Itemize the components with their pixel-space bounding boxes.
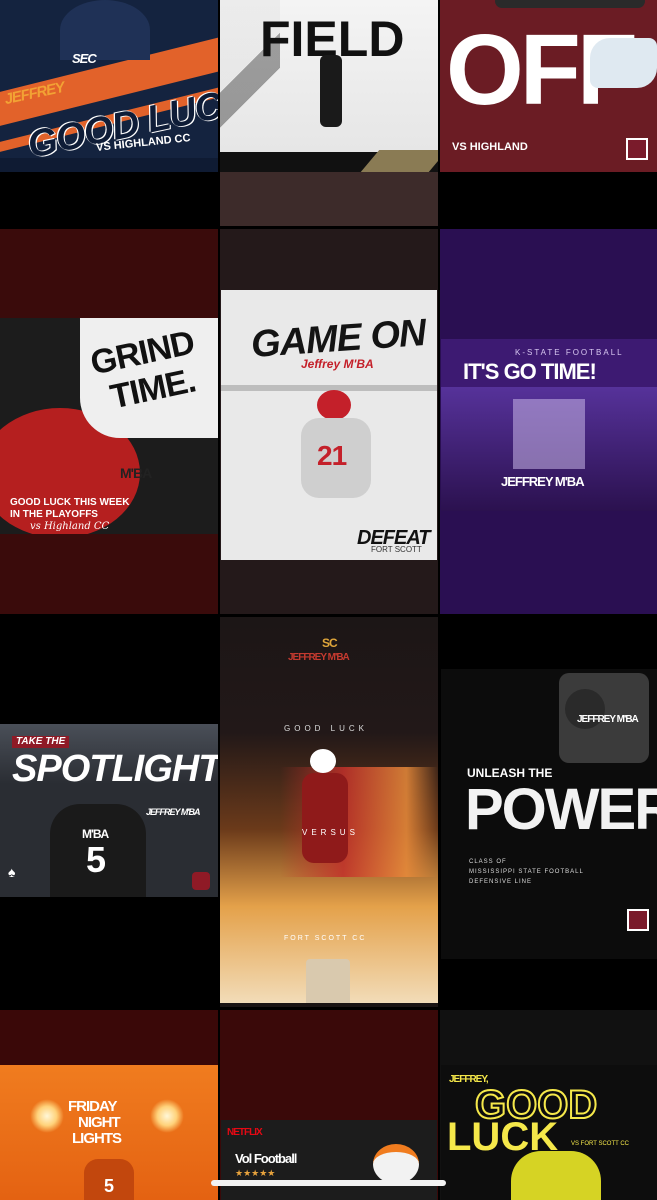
- rating-stars: ★★★★★: [235, 1168, 276, 1178]
- player-helmet: [373, 1144, 419, 1184]
- jersey-number: 5: [104, 1176, 114, 1196]
- show-title: Vol Football: [235, 1151, 297, 1166]
- stadium-light: [30, 1099, 64, 1133]
- poster-grind-time: GRIND TIME. M'BA GOOD LUCK THIS WEEK IN …: [0, 318, 218, 534]
- grid-tile-r4c2[interactable]: NETFLIX Vol Football ★★★★★: [220, 1010, 438, 1200]
- poster-good-luck-auburn: SEC JEFFREY GOOD LUCK VS HIGHLAND CC: [0, 0, 218, 172]
- grid-tile-r2c3[interactable]: K-STATE FOOTBALL IT'S GO TIME! JEFFREY M…: [440, 229, 657, 614]
- grid-tile-r1c1[interactable]: SEC JEFFREY GOOD LUCK VS HIGHLAND CC: [0, 0, 218, 226]
- poster-headline: SPOTLIGHT: [12, 748, 218, 790]
- poster-badge: SEC: [72, 51, 97, 66]
- poster-subtitle-3: vs Highland CC: [30, 521, 110, 532]
- poster-line-3: FORT SCOTT CC: [284, 935, 367, 942]
- poster-headline: POWER: [465, 777, 657, 842]
- grid-tile-r3c1[interactable]: TAKE THE SPOTLIGHT M'BA 5 JEFFREY M'BA ♠: [0, 617, 218, 1007]
- poster-field: FIELD: [220, 0, 438, 172]
- poster-game-on: GAME ON Jeffrey M'BA 21 DEFEAT FORT SCOT…: [221, 290, 437, 560]
- jersey-number: 21: [317, 440, 347, 471]
- poster-subtitle: VS HIGHLAND: [452, 141, 528, 153]
- msstate-logo: [627, 909, 649, 931]
- media-grid: SEC JEFFREY GOOD LUCK VS HIGHLAND CC FIE…: [0, 0, 657, 1200]
- netflix-logo: NETFLIX: [227, 1127, 263, 1138]
- poster-vol-football: NETFLIX Vol Football ★★★★★: [221, 1120, 437, 1200]
- grid-tile-r3c3[interactable]: JEFFREY M'BA UNLEASH THE POWER CLASS OF …: [440, 617, 657, 1007]
- poster-player-name: JEFFREY M'BA: [501, 474, 585, 489]
- jersey-name: M'BA: [120, 465, 152, 481]
- poster-subtitle-2: IN THE PLAYOFFS: [10, 509, 98, 520]
- poster-subtitle-1: GOOD LUCK THIS WEEK: [10, 497, 130, 508]
- poster-unleash-power: JEFFREY M'BA UNLEASH THE POWER CLASS OF …: [441, 669, 657, 959]
- poster-subtitle-3: DEFENSIVE LINE: [469, 879, 533, 885]
- poster-subtitle-2: MISSISSIPPI STATE FOOTBALL: [469, 869, 584, 875]
- poster-player-name: Jeffrey M'BA: [301, 357, 374, 371]
- poster-player-name: JEFFREY M'BA: [146, 807, 200, 817]
- poster-headline-2: NIGHT: [78, 1114, 121, 1131]
- grid-tile-r1c3[interactable]: OFF VS HIGHLAND: [440, 0, 657, 226]
- grid-tile-r3c2[interactable]: SC JEFFREY M'BA GOOD LUCK VERSUS FORT SC…: [220, 617, 438, 1007]
- player-body: [302, 773, 348, 863]
- poster-player-name: JEFFREY M'BA: [577, 714, 639, 725]
- stadium-light: [150, 1099, 184, 1133]
- player-silhouette: [320, 55, 342, 127]
- poster-footer-sub: FORT SCOTT: [371, 545, 422, 554]
- msstate-logo: [626, 138, 648, 160]
- grid-tile-r2c1[interactable]: GRIND TIME. M'BA GOOD LUCK THIS WEEK IN …: [0, 229, 218, 614]
- poster-line-2: VERSUS: [302, 828, 359, 837]
- poster-spotlight: TAKE THE SPOTLIGHT M'BA 5 JEFFREY M'BA ♠: [0, 724, 218, 897]
- poster-usc-good-luck: SC JEFFREY M'BA GOOD LUCK VERSUS FORT SC…: [220, 617, 438, 1003]
- player-body: [511, 1151, 601, 1200]
- poster-off: OFF VS HIGHLAND: [440, 0, 657, 172]
- top-overlay-pill: [495, 0, 645, 8]
- gamecocks-logo: [192, 872, 210, 890]
- poster-good-luck-yellow: JEFFREY, GOOD LUCK VS FORT SCOTT CC: [441, 1065, 657, 1200]
- grid-tile-r1c2[interactable]: FIELD: [220, 0, 438, 226]
- grid-tile-r4c3[interactable]: JEFFREY, GOOD LUCK VS FORT SCOTT CC: [440, 1010, 657, 1200]
- poster-friday-night-lights: FRIDAY NIGHT LIGHTS 5: [0, 1065, 218, 1200]
- poster-its-go-time: K-STATE FOOTBALL IT'S GO TIME! JEFFREY M…: [441, 339, 657, 511]
- player-helmet: [317, 390, 351, 420]
- glove-graphic: [590, 38, 657, 88]
- poster-headline-1: FRIDAY: [68, 1098, 117, 1115]
- poster-headline-3: LIGHTS: [72, 1130, 122, 1147]
- grid-tile-r2c2[interactable]: GAME ON Jeffrey M'BA 21 DEFEAT FORT SCOT…: [220, 229, 438, 614]
- poster-player-name: JEFFREY M'BA: [288, 652, 350, 663]
- jersey-number: 5: [86, 839, 106, 880]
- palmetto-icon: ♠: [8, 864, 16, 880]
- poster-eyebrow: TAKE THE: [12, 736, 70, 748]
- poster-subtitle: VS FORT SCOTT CC: [571, 1141, 630, 1147]
- home-indicator[interactable]: [211, 1180, 446, 1186]
- coliseum-graphic: [306, 959, 350, 1003]
- grid-tile-r4c1[interactable]: FRIDAY NIGHT LIGHTS 5: [0, 1010, 218, 1200]
- poster-eyebrow: K-STATE FOOTBALL: [515, 348, 624, 357]
- usc-logo: SC: [322, 636, 338, 650]
- player-helmet: [310, 749, 336, 773]
- poster-headline: IT'S GO TIME!: [463, 359, 597, 384]
- poster-subtitle-1: CLASS OF: [469, 859, 507, 865]
- poster-line-1: GOOD LUCK: [284, 724, 369, 733]
